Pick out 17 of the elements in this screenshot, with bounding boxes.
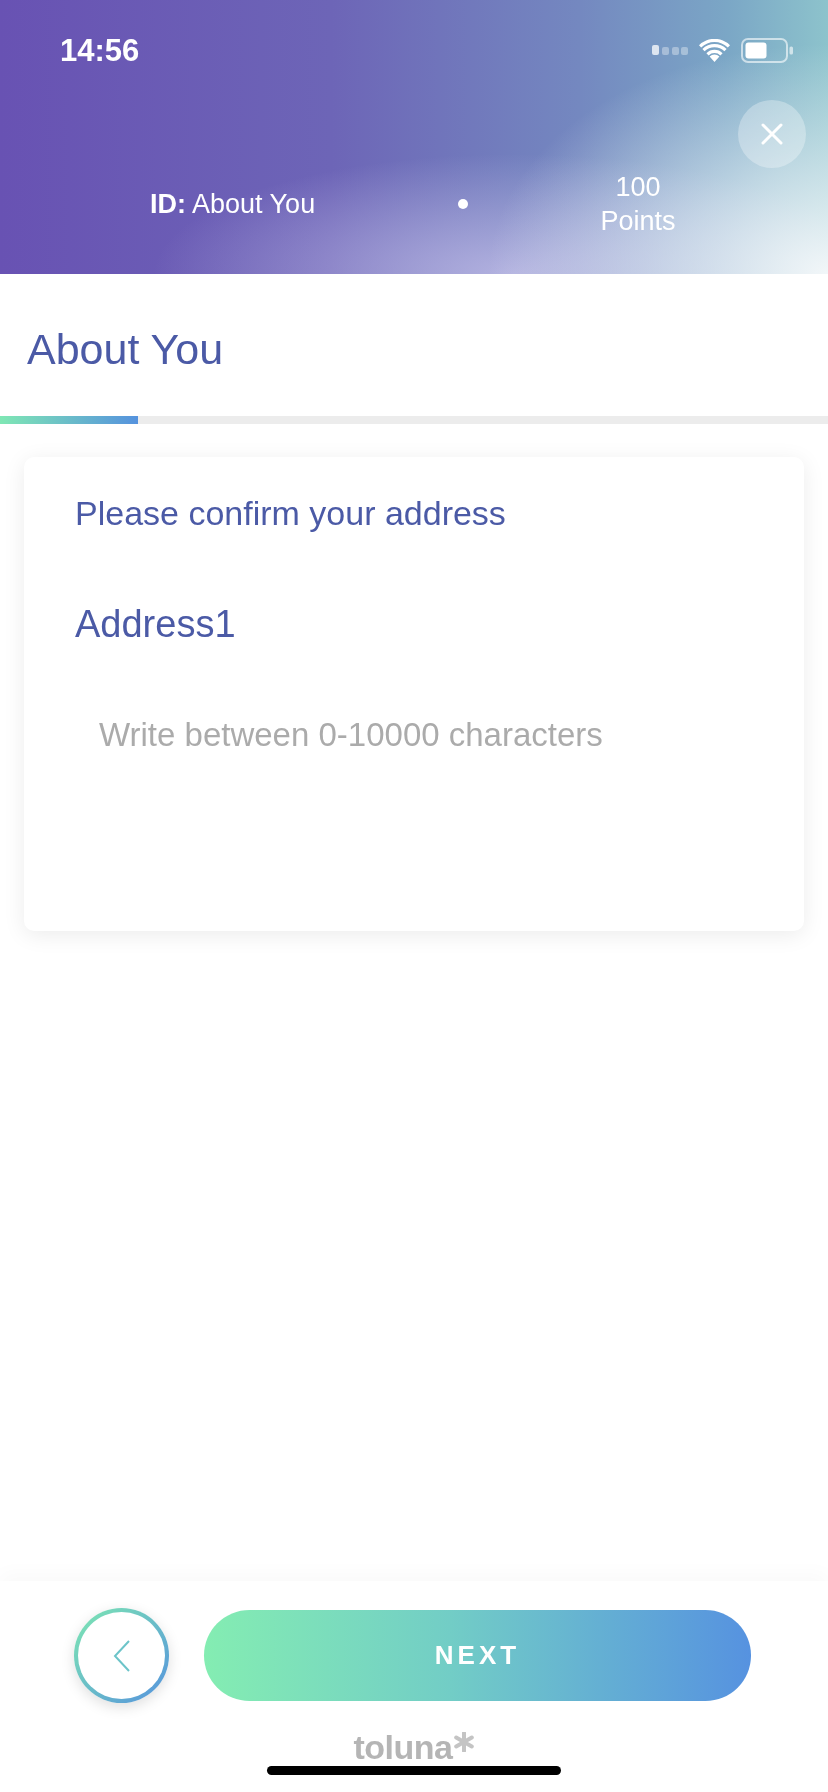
- battery-icon: [741, 37, 793, 63]
- status-time: 14:56: [60, 34, 140, 66]
- chevron-left-icon: [112, 1639, 131, 1672]
- address-field[interactable]: Write between 0-10000 characters: [75, 703, 755, 897]
- asterisk-icon: [454, 1732, 475, 1752]
- dot-icon: [458, 199, 468, 209]
- next-button[interactable]: NEXT: [204, 1610, 751, 1701]
- survey-id-label: ID: About You: [150, 188, 317, 221]
- question-prompt: Please confirm your address: [75, 493, 506, 533]
- page-title: About You: [27, 324, 224, 375]
- points-value: 100: [615, 171, 661, 204]
- brand-name: toluna: [353, 1732, 453, 1762]
- close-icon: [761, 123, 783, 145]
- signal-icon: [652, 45, 688, 55]
- wifi-icon: [699, 38, 730, 62]
- points-label: Points: [600, 205, 676, 238]
- field-label: Address1: [75, 602, 236, 647]
